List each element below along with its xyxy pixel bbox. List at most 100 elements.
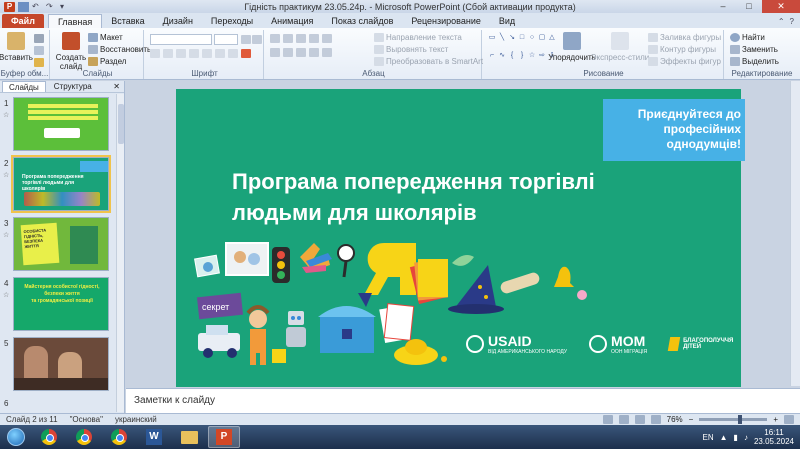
bold-icon[interactable] — [150, 49, 160, 58]
font-size-field[interactable] — [214, 34, 238, 45]
numbering-icon[interactable] — [283, 34, 293, 43]
reading-view-icon[interactable] — [634, 415, 645, 424]
brace2-shape-icon[interactable]: } — [518, 52, 526, 59]
notes-pane[interactable]: Заметки к слайду — [126, 388, 800, 413]
strikethrough-icon[interactable] — [202, 49, 212, 58]
rounded-shape-icon[interactable]: ▢ — [538, 34, 546, 41]
taskbar-chrome-1[interactable] — [33, 426, 65, 448]
reset-button[interactable]: Восстановить — [88, 45, 151, 54]
zoom-out-icon[interactable]: − — [689, 415, 694, 424]
save-icon[interactable] — [18, 1, 29, 12]
taskbar-powerpoint[interactable]: P — [208, 426, 240, 448]
zoom-in-icon[interactable]: + — [773, 415, 778, 424]
align-center-icon[interactable] — [283, 48, 293, 57]
normal-view-icon[interactable] — [602, 415, 613, 424]
tab-view[interactable]: Вид — [490, 14, 524, 28]
slides-panel-scroll-thumb[interactable] — [118, 104, 124, 144]
taskbar-chrome-3[interactable] — [103, 426, 135, 448]
minimize-button[interactable]: – — [710, 0, 736, 13]
underline-icon[interactable] — [176, 49, 186, 58]
oval-shape-icon[interactable]: ○ — [528, 34, 536, 41]
zoom-slider-knob[interactable] — [737, 415, 742, 424]
shapes-gallery[interactable]: ▭ ╲ ↘ □ ○ ▢ △ ⌐ ∿ { } ☆ ⇨ ⇩ — [488, 34, 555, 68]
input-language[interactable]: EN — [703, 433, 714, 442]
close-button[interactable]: ✕ — [762, 0, 800, 13]
redo-icon[interactable]: ↷ — [46, 2, 57, 12]
slide-canvas[interactable]: Приєднуйтеся до професійних однодумців! … — [176, 89, 745, 387]
case-icon[interactable] — [228, 49, 238, 58]
line-spacing-icon[interactable] — [322, 34, 332, 43]
sorter-view-icon[interactable] — [618, 415, 629, 424]
child-welfare-logo[interactable]: БЛАГОПОЛУЧЧЯ ДІТЕЙ — [667, 337, 737, 351]
clock[interactable]: 16:11 23.05.2024 — [754, 428, 794, 446]
tab-outline-panel[interactable]: Структура — [48, 81, 98, 92]
brace-shape-icon[interactable]: { — [508, 52, 516, 59]
spacing-icon[interactable] — [215, 49, 225, 58]
line-shape-icon[interactable]: ╲ — [498, 34, 506, 41]
zoom-slider[interactable] — [699, 415, 768, 424]
customize-qa-icon[interactable]: ▾ — [60, 2, 71, 12]
maximize-button[interactable]: □ — [736, 0, 762, 13]
usaid-logo[interactable]: USAID ВІД АМЕРИКАНСЬКОГО НАРОДУ — [466, 333, 567, 355]
tab-slideshow[interactable]: Показ слайдов — [322, 14, 402, 28]
format-painter-icon[interactable] — [34, 58, 44, 67]
iom-logo[interactable]: МОМ ООН МІГРАЦІЯ — [589, 333, 647, 355]
new-slide-button[interactable]: Создать слайд — [56, 32, 86, 71]
curve-shape-icon[interactable]: ∿ — [498, 52, 506, 59]
textbox-shape-icon[interactable]: ▭ — [488, 34, 496, 41]
network-icon[interactable]: ▮ — [734, 433, 738, 442]
fit-window-icon[interactable] — [784, 415, 794, 424]
replace-button[interactable]: Заменить — [730, 45, 778, 54]
quick-styles-button[interactable]: Экспресс-стили — [591, 32, 649, 62]
shadow-icon[interactable] — [189, 49, 199, 58]
font-color-icon[interactable] — [241, 49, 251, 58]
tab-review[interactable]: Рецензирование — [402, 14, 490, 28]
columns-icon[interactable] — [322, 48, 332, 57]
layout-button[interactable]: Макет — [88, 33, 123, 42]
rect-shape-icon[interactable]: □ — [518, 34, 526, 41]
slide-editor-scrollbar[interactable] — [790, 81, 800, 386]
copy-icon[interactable] — [34, 46, 44, 55]
font-name-field[interactable] — [150, 34, 212, 45]
tab-animation[interactable]: Анимация — [262, 14, 322, 28]
slide-thumbnail-5[interactable]: 5 — [0, 337, 116, 393]
slide-thumbnail-3[interactable]: 3 ☆ ОСОБИСТА ГІДНІСТЬ, БЕЗПЕКА ЖИТТЯ — [0, 217, 116, 273]
increase-indent-icon[interactable] — [309, 34, 319, 43]
star-shape-icon[interactable]: ☆ — [528, 52, 536, 59]
align-left-icon[interactable] — [270, 48, 280, 57]
slide-thumbnail-6[interactable]: 6 — [0, 397, 116, 413]
right-arrow-shape-icon[interactable]: ⇨ — [538, 52, 546, 59]
slides-panel-scrollbar[interactable] — [116, 94, 124, 412]
shape-effects-button[interactable]: Эффекты фигур — [648, 57, 721, 66]
paste-button[interactable]: Вставить — [0, 32, 33, 62]
select-button[interactable]: Выделить — [730, 57, 779, 66]
volume-icon[interactable]: ♪ — [744, 433, 748, 442]
decrease-indent-icon[interactable] — [296, 34, 306, 43]
start-button[interactable] — [2, 426, 30, 448]
find-button[interactable]: Найти — [730, 33, 765, 42]
text-direction-button[interactable]: Направление текста — [374, 33, 462, 42]
powerpoint-icon[interactable]: P — [4, 1, 15, 12]
taskbar-chrome-2[interactable] — [68, 426, 100, 448]
help-icon[interactable]: ? — [790, 17, 794, 26]
tab-slides-panel[interactable]: Слайды — [2, 81, 46, 92]
slide-thumbnail-4[interactable]: 4 ☆ Майстерня особистої гідності, безпек… — [0, 277, 116, 333]
zoom-level[interactable]: 76% — [667, 415, 683, 424]
taskbar-explorer[interactable] — [173, 426, 205, 448]
bullets-icon[interactable] — [270, 34, 280, 43]
taskbar-word[interactable]: W — [138, 426, 170, 448]
arrow-shape-icon[interactable]: ↘ — [508, 34, 516, 41]
grow-font-icon[interactable] — [241, 35, 251, 44]
tab-file[interactable]: Файл — [2, 14, 44, 28]
slide-title[interactable]: Програма попередження торгівлі людьми дл… — [232, 166, 652, 228]
slide-thumbnail-2[interactable]: 2 ☆ Програма попередження торгівлі людьм… — [0, 155, 116, 213]
section-button[interactable]: Раздел — [88, 57, 126, 66]
undo-icon[interactable]: ↶ — [32, 2, 43, 12]
slideshow-view-icon[interactable] — [650, 415, 661, 424]
shape-fill-button[interactable]: Заливка фигуры — [648, 33, 721, 42]
italic-icon[interactable] — [163, 49, 173, 58]
tab-transitions[interactable]: Переходы — [202, 14, 262, 28]
smartart-button[interactable]: Преобразовать в SmartArt — [374, 57, 483, 66]
tab-home[interactable]: Главная — [47, 14, 103, 28]
elbow-shape-icon[interactable]: ⌐ — [488, 52, 496, 59]
